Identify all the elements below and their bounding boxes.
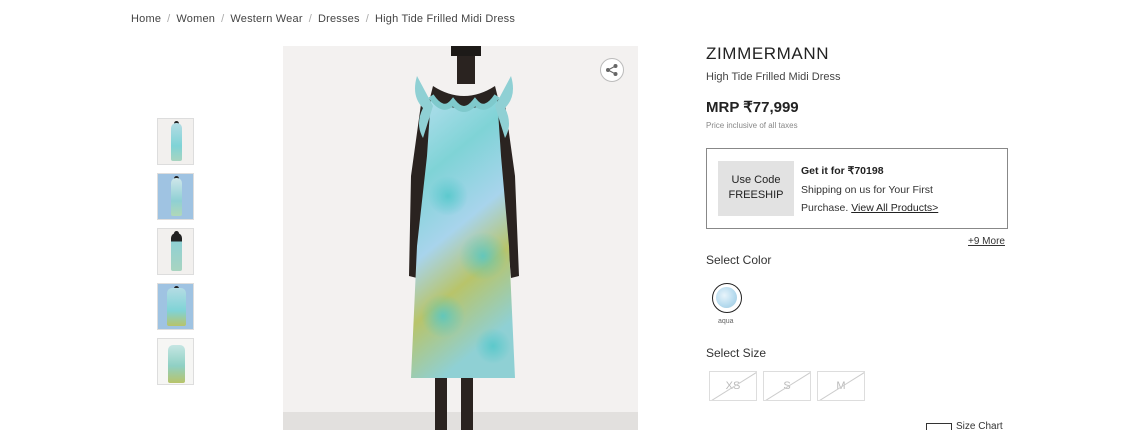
share-button[interactable] — [600, 58, 624, 82]
size-chart-link[interactable]: Size Chart — [926, 421, 1003, 432]
coupon-value: FREESHIP — [728, 189, 784, 201]
product-title: High Tide Frilled Midi Dress — [706, 71, 841, 83]
breadcrumb-home[interactable]: Home — [131, 13, 161, 25]
breadcrumb-separator: / — [308, 13, 312, 25]
thumbnail-3[interactable] — [157, 228, 194, 275]
breadcrumb-separator: / — [365, 13, 369, 25]
offer-description: Shipping on us for Your First Purchase. … — [801, 181, 971, 217]
breadcrumb: Home / Women / Western Wear / Dresses / High Tid… — [131, 13, 515, 25]
thumbnail-5[interactable] — [157, 338, 194, 385]
breadcrumb-separator: / — [167, 13, 171, 25]
coupon-code[interactable]: Use Code FREESHIP — [718, 161, 794, 216]
offer-box: Use Code FREESHIP Get it for ₹70198 Ship… — [706, 148, 1008, 229]
breadcrumb-current-product[interactable]: High Tide Frilled Midi Dress — [375, 13, 515, 25]
thumbnail-gallery — [157, 118, 194, 393]
offer-title: Get it for ₹70198 — [801, 165, 884, 177]
view-all-products-link[interactable]: View All Products> — [851, 202, 938, 214]
breadcrumb-dresses[interactable]: Dresses — [318, 13, 360, 25]
select-color-heading: Select Color — [706, 253, 772, 267]
product-price: MRP ₹77,999 — [706, 99, 799, 116]
coupon-label: Use Code — [731, 174, 781, 186]
size-option-xs[interactable]: XS — [709, 371, 757, 401]
color-swatch-label: aqua — [718, 318, 734, 325]
thumbnail-2[interactable] — [157, 173, 194, 220]
thumbnail-1[interactable] — [157, 118, 194, 165]
size-option-s[interactable]: S — [763, 371, 811, 401]
breadcrumb-western-wear[interactable]: Western Wear — [230, 13, 302, 25]
breadcrumb-separator: / — [221, 13, 225, 25]
share-icon — [606, 64, 618, 76]
dress-illustration — [283, 46, 638, 430]
main-product-image[interactable] — [283, 46, 638, 430]
ruler-icon — [926, 422, 952, 430]
color-swatch-aqua[interactable] — [712, 283, 742, 313]
size-option-m[interactable]: M — [817, 371, 865, 401]
size-chart-label: Size Chart — [956, 421, 1003, 432]
select-size-heading: Select Size — [706, 346, 767, 360]
tax-note: Price inclusive of all taxes — [706, 121, 798, 130]
thumbnail-4[interactable] — [157, 283, 194, 330]
more-offers-link[interactable]: +9 More — [968, 236, 1005, 247]
brand-name[interactable]: ZIMMERMANN — [706, 44, 829, 64]
breadcrumb-women[interactable]: Women — [176, 13, 215, 25]
